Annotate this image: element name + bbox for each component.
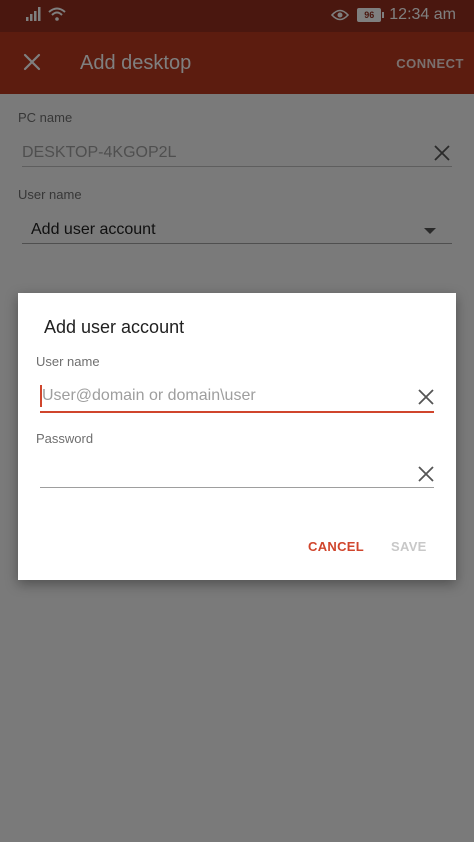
username-underline bbox=[40, 411, 434, 413]
username-label: User name bbox=[36, 354, 100, 369]
clear-password-icon[interactable] bbox=[416, 464, 436, 484]
add-user-account-dialog: Add user account User name Password CANC… bbox=[18, 293, 456, 580]
password-field bbox=[40, 462, 434, 492]
password-label: Password bbox=[36, 431, 94, 446]
password-input[interactable] bbox=[42, 464, 402, 482]
clear-username-icon[interactable] bbox=[416, 387, 436, 407]
username-input[interactable] bbox=[42, 387, 402, 405]
username-field bbox=[40, 385, 434, 415]
password-underline bbox=[40, 487, 434, 488]
cancel-button[interactable]: CANCEL bbox=[308, 539, 364, 554]
dialog-title: Add user account bbox=[44, 317, 185, 337]
save-button[interactable]: SAVE bbox=[391, 539, 427, 554]
